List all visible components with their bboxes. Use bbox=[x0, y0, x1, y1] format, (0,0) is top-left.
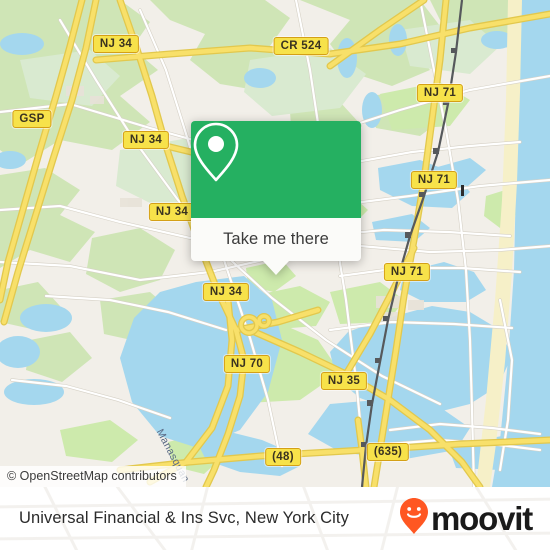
place-callout-card[interactable]: Take me there bbox=[191, 121, 361, 275]
road-shield: NJ 71 bbox=[416, 84, 464, 102]
road-shield: NJ 34 bbox=[92, 35, 140, 53]
moovit-wordmark: moovit bbox=[431, 500, 533, 537]
road-shield: NJ 71 bbox=[410, 171, 458, 189]
road-shield: (635) bbox=[366, 443, 410, 461]
road-shield: GSP bbox=[12, 110, 52, 128]
take-me-there-label: Take me there bbox=[223, 230, 329, 248]
footer-bar: Universal Financial & Ins Svc, New York … bbox=[0, 487, 550, 550]
road-shield: NJ 71 bbox=[383, 263, 431, 281]
osm-attribution[interactable]: © OpenStreetMap contributors bbox=[0, 466, 186, 487]
road-shield: NJ 35 bbox=[320, 372, 368, 390]
moovit-place-card: NJ 34 CR 524 NJ 71 GSP NJ 34 NJ 71 NJ 34 NJ 71 N… bbox=[0, 0, 550, 550]
callout-pointer-tail bbox=[263, 261, 289, 275]
road-shield: CR 524 bbox=[273, 37, 329, 55]
page-title: Universal Financial & Ins Svc, New York … bbox=[19, 509, 349, 527]
callout-image-area bbox=[191, 121, 361, 218]
road-shield: NJ 70 bbox=[223, 355, 271, 373]
road-shield: NJ 34 bbox=[202, 283, 250, 301]
road-shield: NJ 34 bbox=[148, 203, 196, 221]
map-canvas[interactable]: NJ 34 CR 524 NJ 71 GSP NJ 34 NJ 71 NJ 34 NJ 71 N… bbox=[0, 0, 550, 487]
callout-action-area[interactable]: Take me there bbox=[191, 218, 361, 261]
road-shield: (48) bbox=[265, 448, 301, 466]
moovit-smiley-pin-icon bbox=[399, 497, 429, 540]
moovit-logo[interactable]: moovit bbox=[399, 497, 533, 540]
road-shield: NJ 34 bbox=[122, 131, 170, 149]
